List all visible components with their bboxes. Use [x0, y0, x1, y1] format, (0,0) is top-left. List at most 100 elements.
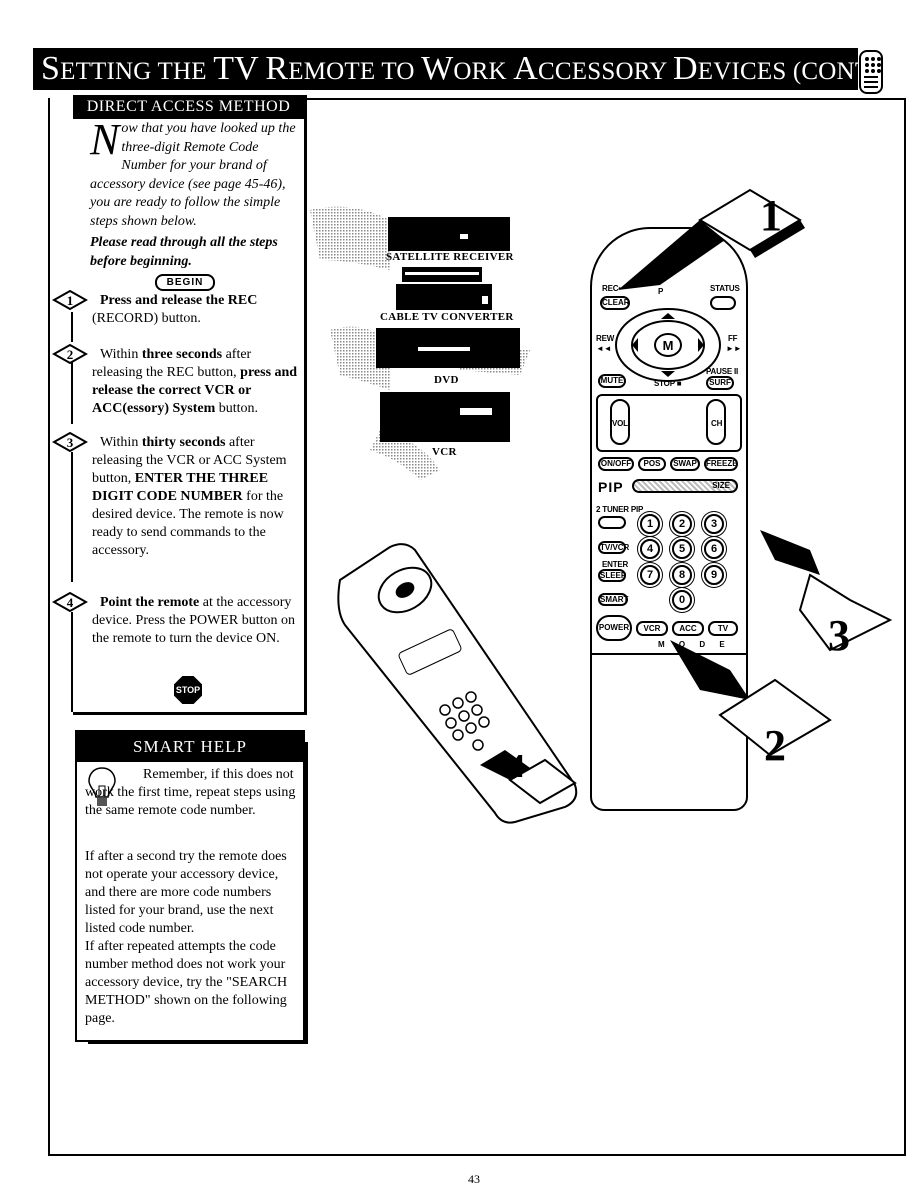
title-text: EMOTE TO	[288, 58, 422, 85]
page-number: 43	[468, 1172, 480, 1186]
device-label-dvd: DVD	[434, 374, 459, 386]
pip-label: PIP	[598, 479, 624, 495]
digit-1-button[interactable]: 1	[640, 514, 660, 534]
rewind-icon: ◄◄	[596, 344, 612, 353]
step-connector	[71, 312, 73, 342]
step-4-text: Point the remote at the accessory device…	[92, 594, 302, 648]
intro-text: Now that you have looked up the three-di…	[90, 115, 300, 231]
help-paragraph: Remember, if this does not work the firs…	[85, 767, 296, 818]
step-text-segment: button.	[215, 401, 259, 416]
step-text-segment: thirty seconds	[141, 435, 226, 450]
digit-0-button[interactable]: 0	[672, 590, 692, 610]
tv-vcr-button[interactable]: TV/VCR	[598, 541, 629, 554]
mode-label: M O D E	[658, 640, 731, 649]
smart-help-panel: SMART HELP Remember, if this does not wo…	[75, 730, 305, 1042]
step-callout-4: 4	[508, 748, 525, 785]
step-callout-1: 1	[760, 191, 782, 240]
digit-8-button[interactable]: 8	[672, 565, 692, 585]
tuner-pip-button[interactable]	[598, 516, 626, 529]
drop-cap: N	[90, 115, 120, 164]
step-text-segment: (RECORD) button.	[92, 311, 201, 326]
power-button[interactable]: POWER	[596, 615, 632, 641]
title-text: ETTING THE	[60, 58, 214, 85]
title-cap: S	[41, 50, 61, 87]
rec-label: REC•	[602, 284, 621, 293]
smart-button[interactable]: SMART	[598, 593, 628, 606]
ff-label: FF	[728, 334, 738, 343]
begin-badge: BEGIN	[155, 274, 215, 291]
digit-4-button[interactable]: 4	[640, 539, 660, 559]
digit-9-button[interactable]: 9	[704, 565, 724, 585]
digit-6-button[interactable]: 6	[704, 539, 724, 559]
title-text: EVICES	[697, 58, 793, 85]
pip-freeze-button[interactable]: FREEZE	[704, 457, 738, 471]
step-1-diamond-icon: 1	[52, 290, 88, 310]
pip-size-button[interactable]: SIZE	[632, 479, 738, 493]
svg-text:1: 1	[67, 293, 74, 308]
mute-button[interactable]: MUTE	[598, 374, 626, 388]
pip-swap-button[interactable]: SWAP	[670, 457, 700, 471]
vol-label: VOL	[612, 419, 628, 428]
angled-remote-illustration	[337, 543, 578, 824]
frame-divider	[300, 98, 906, 100]
device-label-vcr: VCR	[432, 446, 457, 458]
help-paragraph: If after a second try the remote does no…	[85, 849, 287, 936]
light-beam	[310, 206, 390, 270]
pip-on-off-button[interactable]: ON/OFF	[598, 457, 634, 471]
acc-mode-button[interactable]: ACC	[672, 621, 704, 636]
step-connector	[71, 452, 73, 582]
menu-button-label: M	[663, 338, 674, 353]
step-text-segment: three seconds	[141, 347, 223, 362]
status-label: STATUS	[710, 284, 740, 293]
satellite-receiver	[388, 217, 510, 251]
step-text-segment: Press and release the REC	[100, 293, 258, 308]
smart-help-heading: SMART HELP	[77, 732, 303, 762]
fast-forward-icon: ►►	[726, 344, 742, 353]
step-callout-3: 3	[828, 611, 850, 660]
remote-control-illustration: REC• CLEAR P STATUS M REW ◄◄ FF ►► MUTE …	[590, 227, 748, 811]
help-paragraph: If after repeated attempts the code numb…	[85, 939, 288, 1026]
step-callout-2: 2	[764, 721, 786, 770]
pause-label: PAUSE II	[706, 367, 739, 376]
title-text: CCESSORY	[538, 58, 673, 85]
vcr	[380, 392, 510, 442]
remote-control-icon	[859, 50, 883, 94]
device-label-cable: CABLE TV CONVERTER	[380, 311, 514, 323]
surf-button[interactable]: SURF	[706, 376, 734, 390]
digit-7-button[interactable]: 7	[640, 565, 660, 585]
device-label-satellite: SATELLITE RECEIVER	[386, 251, 514, 263]
step-2-text: Within three seconds after releasing the…	[92, 346, 302, 418]
two-tuner-pip-label: 2 TUNER PIP	[596, 505, 644, 514]
digit-5-button[interactable]: 5	[672, 539, 692, 559]
title-cap: W	[421, 50, 454, 87]
accessory-devices-illustration	[310, 206, 530, 480]
page-title-banner: SETTING THE TV REMOTE TO WORK ACCESSORY …	[33, 48, 918, 90]
title-cap: R	[265, 50, 289, 87]
title-cap: D	[672, 50, 698, 87]
step-text-segment: Within	[100, 347, 142, 362]
enter-label: ENTER	[602, 560, 629, 569]
digit-2-button[interactable]: 2	[672, 514, 692, 534]
tv-mode-button[interactable]: TV	[708, 621, 738, 636]
intro-instruction: Please read through all the steps before…	[90, 235, 278, 269]
title-text: (CONTINUED)	[792, 58, 918, 85]
rew-label: REW	[596, 334, 615, 343]
p-label: P	[658, 287, 664, 296]
vcr-mode-button[interactable]: VCR	[636, 621, 668, 636]
stop-label: STOP ■	[654, 379, 682, 388]
step-4-diamond-icon: 4	[52, 592, 88, 612]
step-3-text: Within thirty seconds after releasing th…	[92, 434, 302, 560]
divider	[592, 653, 746, 655]
intro-body: ow that you have looked up the three-dig…	[90, 121, 296, 229]
ch-label: CH	[711, 419, 723, 428]
sleep-button[interactable]: SLEEP	[598, 569, 626, 582]
svg-text:4: 4	[67, 595, 74, 610]
step-1-text: Press and release the REC (RECORD) butto…	[92, 292, 302, 328]
step-connector	[71, 362, 73, 424]
title-cap: TV	[213, 50, 259, 87]
svg-text:2: 2	[67, 347, 74, 362]
digit-3-button[interactable]: 3	[704, 514, 724, 534]
pip-pos-button[interactable]: POS	[638, 457, 666, 471]
step-text-segment: Within	[100, 435, 142, 450]
svg-text:3: 3	[67, 435, 74, 450]
